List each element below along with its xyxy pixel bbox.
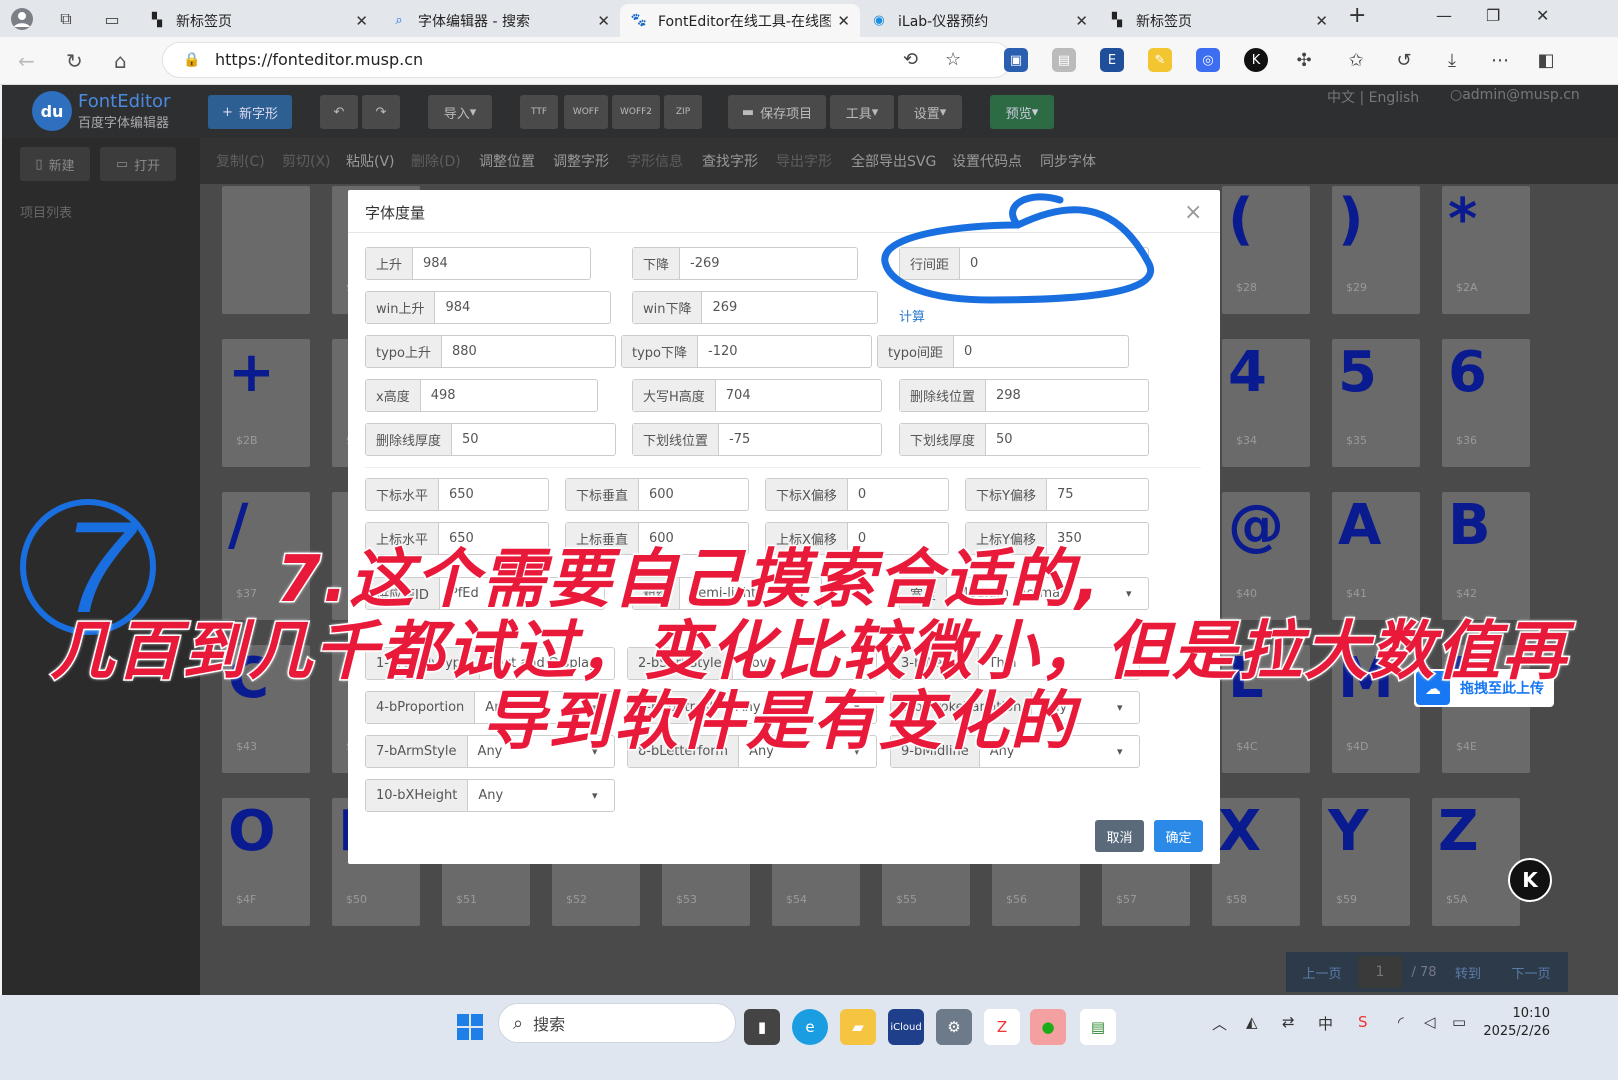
wifi-icon[interactable]: ◜	[1398, 1013, 1404, 1031]
search-label: 搜索	[533, 1015, 566, 1034]
volume-icon[interactable]: ◁	[1424, 1013, 1436, 1031]
tray-app-icon[interactable]: ◭	[1246, 1013, 1258, 1031]
taskbar-clock[interactable]: 10:10 2025/2/26	[1482, 1005, 1550, 1041]
battery-icon[interactable]: ▭	[1452, 1013, 1466, 1031]
icloud-icon[interactable]: iCloud	[888, 1009, 924, 1045]
tray-chevron-icon[interactable]: ︿	[1212, 1013, 1227, 1034]
ime-indicator[interactable]: 中	[1318, 1013, 1333, 1034]
search-icon: ⌕	[513, 1012, 524, 1034]
annotation-circle-line-gap	[881, 193, 1154, 304]
taskbar-search[interactable]: ⌕ 搜索	[498, 1003, 736, 1043]
wechat-icon[interactable]: ●	[1030, 1009, 1066, 1045]
windows-taskbar: ⌕ 搜索 ▮ e ▰ iCloud ⚙ Z ● ▤ ︿ ◭ ⇄ 中 S ◜ ◁ …	[0, 995, 1618, 1080]
file-explorer-icon[interactable]: ▰	[840, 1009, 876, 1045]
settings-gear-icon[interactable]: ⚙	[936, 1009, 972, 1045]
clock-date: 2025/2/26	[1483, 1024, 1550, 1039]
tray-sync-icon[interactable]: ⇄	[1282, 1013, 1295, 1031]
clock-time: 10:10	[1512, 1006, 1550, 1021]
zotero-icon[interactable]: Z	[984, 1009, 1020, 1045]
tray-s-icon[interactable]: S	[1358, 1013, 1368, 1031]
caption-line-3: 导到软件是有变化的	[481, 684, 1076, 761]
task-view-icon[interactable]: ▮	[744, 1009, 780, 1045]
start-icon[interactable]	[452, 1009, 488, 1045]
edge-icon[interactable]: e	[792, 1009, 828, 1045]
app-icon[interactable]: ▤	[1080, 1009, 1116, 1045]
